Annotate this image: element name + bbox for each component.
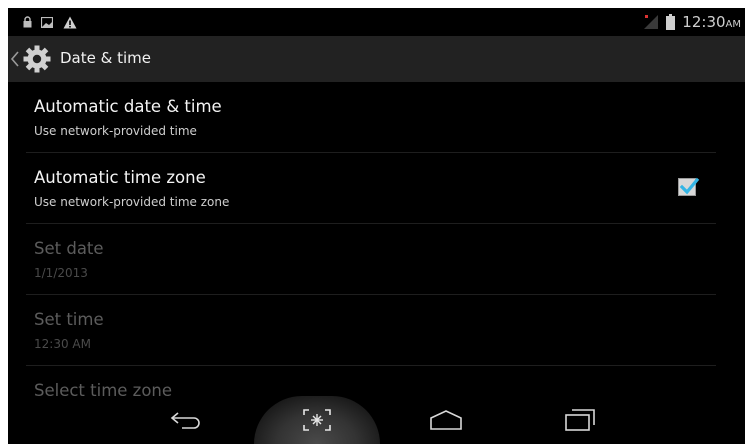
navigation-bar [8, 396, 745, 444]
setting-summary: 1/1/2013 [34, 266, 88, 280]
action-bar: Date & time [8, 36, 745, 82]
setting-title: Set date [34, 239, 104, 258]
setting-summary: Use network-provided time [34, 124, 197, 138]
warning-icon [62, 14, 78, 30]
setting-summary: 12:30 AM [34, 337, 91, 351]
setting-automatic-time-zone[interactable]: Automatic time zone Use network-provided… [26, 153, 716, 224]
setting-title: Automatic date & time [34, 97, 222, 116]
screenshot-icon[interactable] [293, 402, 341, 438]
up-caret-icon[interactable] [10, 49, 20, 69]
image-icon [40, 14, 54, 30]
status-clock: 12:30AM [682, 12, 741, 35]
page-title: Date & time [60, 49, 151, 67]
recent-apps-icon[interactable] [556, 402, 604, 438]
checkmark-icon [679, 177, 700, 195]
back-icon[interactable] [162, 402, 210, 438]
battery-icon [665, 14, 675, 30]
signal-icon [642, 14, 660, 30]
setting-title: Automatic time zone [34, 168, 206, 187]
status-bar: 12:30AM [8, 8, 745, 36]
clock-time: 12:30 [682, 13, 726, 31]
setting-summary: Use network-provided time zone [34, 195, 230, 209]
lock-icon [22, 14, 32, 30]
settings-gear-icon[interactable] [22, 44, 52, 74]
setting-set-date: Set date 1/1/2013 [26, 224, 716, 295]
home-icon[interactable] [422, 402, 470, 438]
setting-title: Set time [34, 310, 104, 329]
device-screen: 12:30AM Date & time Automatic date & tim… [8, 8, 745, 444]
clock-ampm: AM [725, 19, 741, 30]
automatic-time-zone-checkbox[interactable] [678, 177, 700, 196]
setting-automatic-date-time[interactable]: Automatic date & time Use network-provid… [26, 82, 716, 153]
setting-set-time: Set time 12:30 AM [26, 295, 716, 366]
